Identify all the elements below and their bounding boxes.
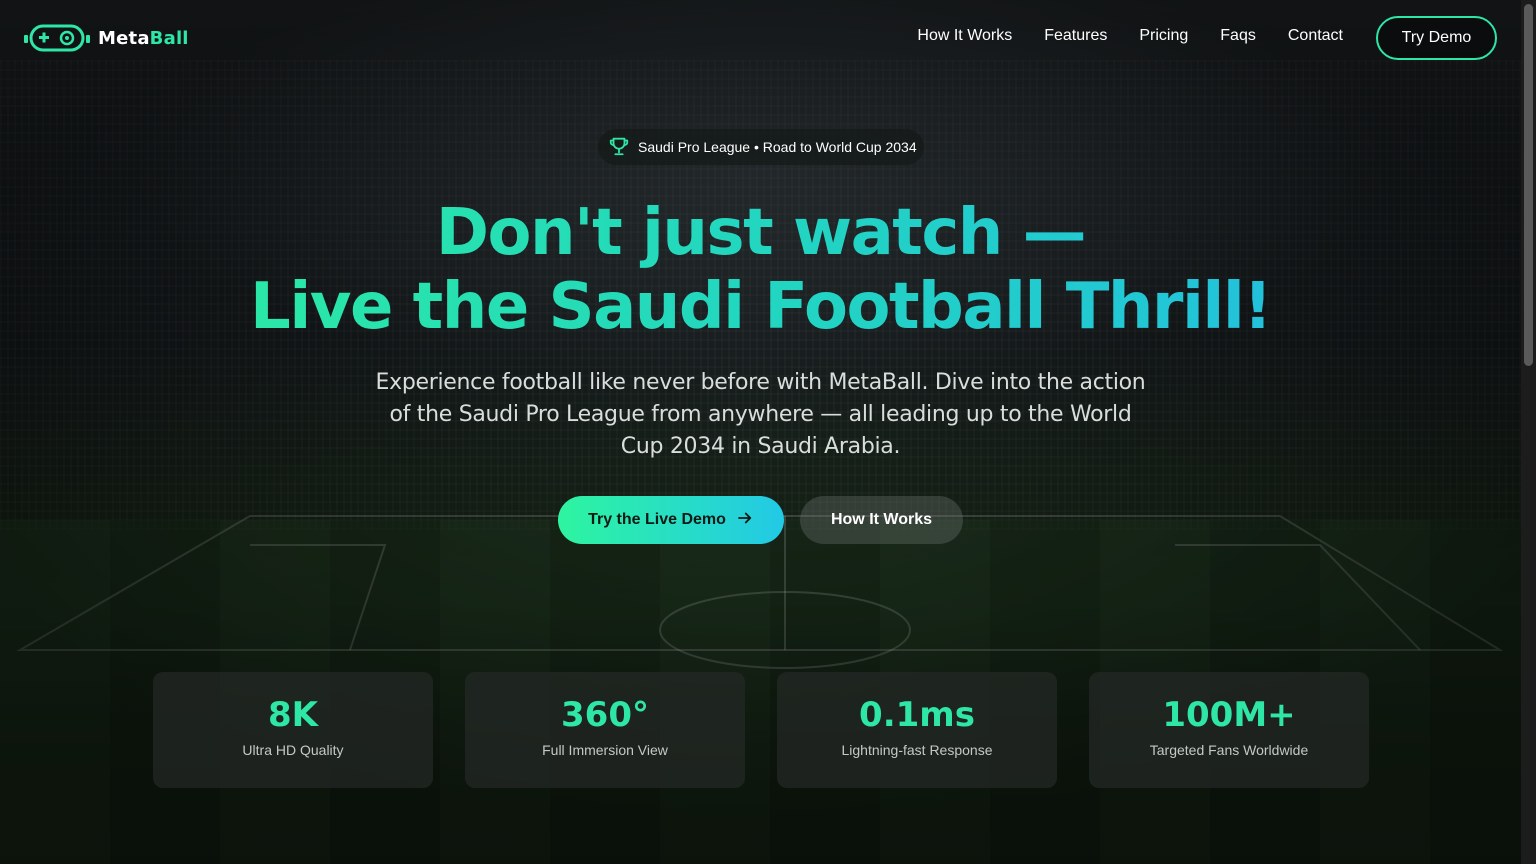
- top-navigation: MetaBall How It Works Features Pricing F…: [0, 0, 1521, 76]
- league-badge: Saudi Pro League • Road to World Cup 203…: [598, 129, 924, 165]
- how-it-works-button[interactable]: How It Works: [800, 496, 963, 544]
- stat-card-immersion: 360° Full Immersion View: [465, 672, 745, 788]
- trophy-icon: [608, 135, 630, 160]
- arrow-right-icon: [736, 509, 754, 532]
- badge-text: Saudi Pro League • Road to World Cup 203…: [638, 139, 917, 155]
- stat-value: 100M+: [1162, 695, 1296, 735]
- brand-name-suffix: Ball: [149, 27, 189, 49]
- page-scrollbar[interactable]: [1521, 0, 1536, 864]
- headline-line-1: Don't just watch —: [0, 196, 1521, 270]
- stat-label: Targeted Fans Worldwide: [1149, 742, 1309, 758]
- brand-name: MetaBall: [98, 28, 189, 49]
- stat-card-fans: 100M+ Targeted Fans Worldwide: [1089, 672, 1369, 788]
- nav-link-features[interactable]: Features: [1044, 27, 1107, 45]
- hero-headline: Don't just watch — Live the Saudi Footba…: [0, 196, 1521, 344]
- brand-name-prefix: Meta: [98, 27, 150, 49]
- stat-value: 0.1ms: [859, 695, 975, 735]
- gamepad-icon: [24, 23, 90, 53]
- brand-logo[interactable]: MetaBall: [24, 22, 189, 54]
- scrollbar-thumb[interactable]: [1524, 4, 1533, 366]
- hero-subtitle: Experience football like never before wi…: [375, 370, 1146, 459]
- nav-link-contact[interactable]: Contact: [1288, 27, 1343, 45]
- try-demo-button[interactable]: Try Demo: [1376, 16, 1497, 60]
- stat-value: 360°: [561, 695, 649, 735]
- try-live-demo-button[interactable]: Try the Live Demo: [558, 496, 784, 544]
- nav-link-pricing[interactable]: Pricing: [1139, 27, 1188, 45]
- stat-card-quality: 8K Ultra HD Quality: [153, 672, 433, 788]
- headline-line-2: Live the Saudi Football Thrill!: [0, 270, 1521, 344]
- nav-link-faqs[interactable]: Faqs: [1220, 27, 1256, 45]
- nav-menu: How It Works Features Pricing Faqs Conta…: [917, 27, 1343, 45]
- stat-card-response: 0.1ms Lightning-fast Response: [777, 672, 1057, 788]
- stat-value: 8K: [267, 695, 318, 735]
- nav-link-how-it-works[interactable]: How It Works: [917, 27, 1012, 45]
- stat-label: Full Immersion View: [542, 742, 668, 758]
- try-live-demo-label: Try the Live Demo: [588, 511, 726, 528]
- stat-label: Ultra HD Quality: [242, 742, 344, 758]
- stat-label: Lightning-fast Response: [841, 742, 993, 758]
